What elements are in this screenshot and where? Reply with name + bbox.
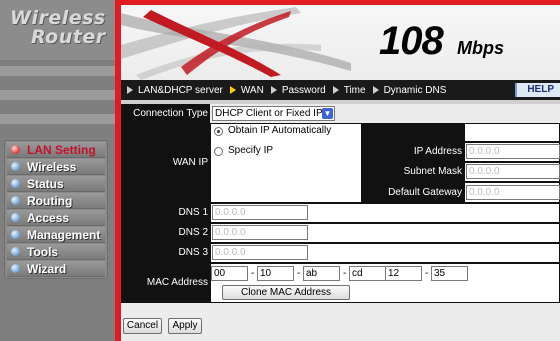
arrow-icon [229, 86, 236, 94]
sidebar-item-status[interactable]: Status [7, 176, 105, 192]
specify-ip-label: Specify IP [228, 145, 274, 156]
sidebar-item-label: Access [27, 210, 70, 225]
bullet-icon [11, 213, 20, 222]
nav-item-dynamic-dns[interactable]: Dynamic DNS [384, 85, 447, 96]
mac-separator: - [343, 268, 347, 279]
obtain-ip-radio[interactable] [214, 127, 223, 136]
bullet-icon [11, 196, 20, 205]
sidebar-menu: LAN Setting Wireless Status Routing Acce… [4, 140, 108, 279]
logo-text-line2: Router [31, 26, 106, 48]
sidebar-item-management[interactable]: Management [7, 227, 105, 243]
mac-separator: - [425, 268, 429, 279]
ip-address-label: IP Address [362, 142, 464, 162]
obtain-ip-label: Obtain IP Automatically [228, 125, 332, 136]
sidebar-item-label: Management [27, 227, 101, 242]
sidebar-stripe [0, 114, 115, 124]
arrow-icon [127, 86, 133, 94]
sidebar-item-lan-setting[interactable]: LAN Setting [7, 142, 105, 158]
bullet-icon [11, 264, 20, 273]
cancel-button[interactable]: Cancel [123, 318, 162, 334]
chevron-down-icon: ▼ [322, 108, 333, 119]
sidebar-item-label: Tools [27, 244, 59, 259]
logo-panel: Wireless Router [0, 0, 115, 60]
sidebar-item-label: LAN Setting [27, 142, 96, 157]
dns2-label: DNS 2 [121, 223, 210, 243]
bullet-icon [11, 179, 20, 188]
mac-octet-2[interactable]: 10 [257, 266, 294, 281]
connection-type-label: Connection Type [121, 104, 210, 123]
mac-separator: - [297, 268, 301, 279]
sidebar-item-wireless[interactable]: Wireless [7, 159, 105, 175]
mac-octet-3[interactable]: ab [303, 266, 340, 281]
sidebar: Wireless Router LAN Setting Wireless Sta… [0, 0, 115, 341]
connection-type-select[interactable]: DHCP Client or Fixed IP ▼ [212, 106, 335, 121]
dns3-label: DNS 3 [121, 243, 210, 263]
speed-label: 108 [379, 19, 444, 63]
default-gateway-label: Default Gateway [362, 182, 464, 203]
dns2-input[interactable]: 0.0.0.0 [212, 225, 308, 240]
speed-unit-label: Mbps [457, 38, 504, 58]
connection-type-value: DHCP Client or Fixed IP [215, 108, 323, 119]
arrow-icon [270, 86, 277, 94]
sidebar-item-label: Wireless [27, 159, 77, 174]
sidebar-item-label: Status [27, 176, 64, 191]
bullet-icon [11, 145, 20, 154]
nav-item-lan-dhcp[interactable]: LAN&DHCP server [138, 85, 223, 96]
bullet-icon [11, 162, 20, 171]
mac-octet-6[interactable]: 35 [431, 266, 468, 281]
wan-ip-label: WAN IP [121, 123, 210, 203]
swoosh-graphic [121, 7, 351, 80]
top-nav: LAN&DHCP server WAN Password Time Dynami… [121, 80, 560, 100]
sidebar-item-label: Wizard [27, 261, 67, 276]
dns3-input[interactable]: 0.0.0.0 [212, 245, 308, 260]
help-button[interactable]: HELP [515, 83, 560, 97]
blank-label-cell [362, 123, 464, 142]
mac-octet-5[interactable]: 12 [385, 266, 422, 281]
sidebar-item-access[interactable]: Access [7, 210, 105, 226]
nav-item-wan[interactable]: WAN [241, 85, 264, 96]
nav-item-time[interactable]: Time [344, 85, 366, 96]
arrow-icon [372, 86, 379, 94]
subnet-mask-label: Subnet Mask [362, 162, 464, 182]
bullet-icon [11, 230, 20, 239]
blank-value-cell [464, 123, 560, 142]
mac-octet-4[interactable]: cd [349, 266, 386, 281]
mac-address-label: MAC Address [121, 263, 210, 303]
sidebar-item-tools[interactable]: Tools [7, 244, 105, 260]
sidebar-item-routing[interactable]: Routing [7, 193, 105, 209]
apply-button[interactable]: Apply [168, 318, 202, 334]
sidebar-item-wizard[interactable]: Wizard [7, 261, 105, 277]
bullet-icon [11, 247, 20, 256]
mac-separator: - [251, 268, 255, 279]
sidebar-stripe [0, 66, 115, 76]
specify-ip-radio[interactable] [214, 147, 223, 156]
default-gateway-input[interactable]: 0.0.0.0 [466, 185, 560, 200]
nav-item-password[interactable]: Password [282, 85, 326, 96]
mac-octet-1[interactable]: 00 [211, 266, 248, 281]
sidebar-item-label: Routing [27, 193, 73, 208]
wan-settings-form: Connection Type DHCP Client or Fixed IP … [121, 104, 560, 341]
ip-address-input[interactable]: 0.0.0.0 [466, 144, 560, 159]
subnet-mask-input[interactable]: 0.0.0.0 [466, 164, 560, 179]
sidebar-stripe [0, 90, 115, 100]
clone-mac-button[interactable]: Clone MAC Address [222, 285, 350, 300]
dns1-input[interactable]: 0.0.0.0 [212, 205, 308, 220]
arrow-icon [332, 86, 339, 94]
header-banner: 108 Mbps [121, 5, 560, 80]
dns1-label: DNS 1 [121, 203, 210, 223]
